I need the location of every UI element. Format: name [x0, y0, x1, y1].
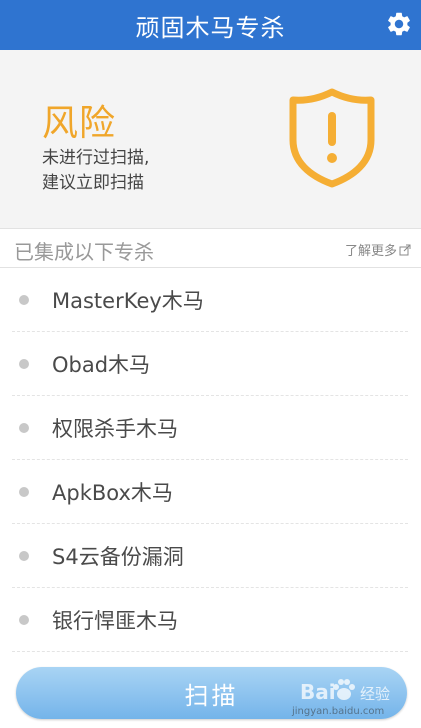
watermark-url: jingyan.baidu.com [292, 706, 385, 717]
external-link-icon [399, 244, 411, 255]
baidu-watermark: Bai 经验 jingyan.baidu.com [282, 676, 412, 724]
risk-desc-line1: 未进行过扫描, [42, 148, 150, 168]
list-item-label: 银行悍匪木马 [52, 608, 178, 633]
bullet-icon [19, 614, 29, 625]
section-title: 已集成以下专杀 [14, 240, 154, 264]
risk-description: 未进行过扫描, 建议立即扫描 [42, 146, 242, 196]
risk-panel: 风险 未进行过扫描, 建议立即扫描 [0, 50, 421, 229]
gear-icon [388, 12, 410, 36]
title-bar: 顽固木马专杀 [0, 0, 421, 50]
shield-alert-icon [289, 88, 375, 188]
list-item[interactable]: 权限杀手木马 [12, 396, 408, 460]
settings-button[interactable] [384, 9, 414, 39]
risk-desc-line2: 建议立即扫描 [42, 173, 144, 193]
list-item-label: 权限杀手木马 [52, 416, 178, 441]
list-item[interactable]: 银行悍匪木马 [12, 588, 408, 652]
bullet-icon [19, 422, 29, 433]
list-item[interactable]: MasterKey木马 [12, 268, 408, 332]
list-item[interactable]: Obad木马 [12, 332, 408, 396]
learn-more-label: 了解更多 [344, 244, 397, 259]
list-item-label: Obad木马 [52, 352, 151, 377]
paw-icon [333, 679, 355, 700]
app-title: 顽固木马专杀 [135, 13, 286, 42]
bullet-icon [19, 358, 29, 369]
watermark-suffix: 经验 [360, 685, 391, 703]
scan-button-label: 扫描 [184, 681, 239, 710]
list-item-label: ApkBox木马 [52, 480, 173, 505]
list-item-label: MasterKey木马 [52, 288, 204, 313]
learn-more-link[interactable]: 了解更多 [345, 240, 411, 259]
section-header: 已集成以下专杀 了解更多 [0, 229, 421, 268]
list-item[interactable]: S4云备份漏洞 [12, 524, 408, 588]
list-item[interactable]: ApkBox木马 [12, 460, 408, 524]
bullet-icon [19, 294, 29, 305]
list-item-label: S4云备份漏洞 [52, 544, 184, 569]
risk-status-title: 风险 [42, 103, 117, 144]
bullet-icon [19, 550, 29, 561]
bullet-icon [19, 486, 29, 497]
trojan-list: MasterKey木马 Obad木马 权限杀手木马 ApkBox木马 S4云备份… [12, 268, 408, 652]
